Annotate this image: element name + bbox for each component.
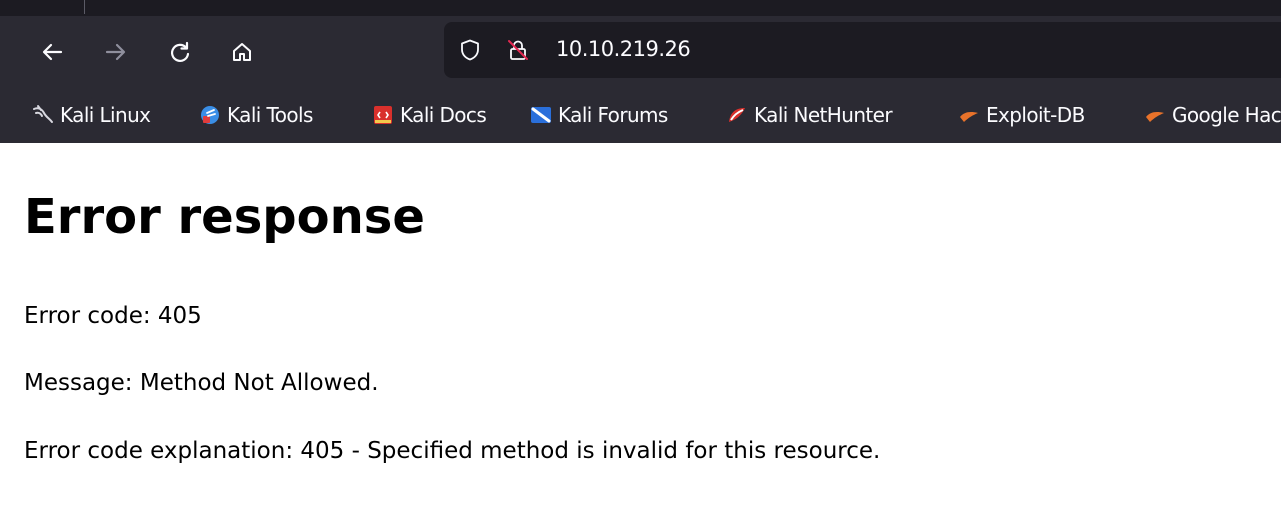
insecure-lock-icon[interactable] <box>506 38 530 62</box>
bookmark-label: Kali Tools <box>227 102 313 127</box>
navigation-toolbar: 10.10.219.26 <box>0 16 1281 86</box>
page-content: Error response Error code: 405 Message: … <box>0 143 1281 529</box>
bookmark-label: Kali Forums <box>558 102 668 127</box>
error-explanation-text: Error code explanation: 405 - Specified … <box>24 438 881 464</box>
back-button[interactable] <box>34 34 70 70</box>
bookmark-kali-tools[interactable]: Kali Tools <box>199 86 313 143</box>
kali-forums-icon <box>530 104 552 126</box>
exploit-db-icon <box>1144 104 1166 126</box>
bookmark-kali-linux[interactable]: Kali Linux <box>32 86 151 143</box>
reload-icon <box>171 41 190 62</box>
bookmark-kali-nethunter[interactable]: Kali NetHunter <box>726 86 893 143</box>
exploit-db-icon <box>958 104 980 126</box>
bookmarks-toolbar: Kali Linux Kali Tools Kali Docs Kali For… <box>0 86 1281 143</box>
bookmark-label: Exploit-DB <box>986 102 1085 127</box>
bookmark-kali-docs[interactable]: Kali Docs <box>372 86 487 143</box>
bookmark-label: Kali NetHunter <box>754 102 893 127</box>
kali-docs-icon <box>372 104 394 126</box>
kali-dragon-icon <box>32 104 54 126</box>
address-bar[interactable]: 10.10.219.26 <box>444 22 1281 78</box>
bookmark-kali-forums[interactable]: Kali Forums <box>530 86 668 143</box>
kali-tools-icon <box>199 104 221 126</box>
tab-separator <box>84 0 85 14</box>
bookmark-label: Kali Linux <box>60 102 151 127</box>
error-message-text: Message: Method Not Allowed. <box>24 370 379 396</box>
shield-icon[interactable] <box>458 38 482 62</box>
bookmark-exploit-db[interactable]: Exploit-DB <box>958 86 1085 143</box>
bookmark-label: Kali Docs <box>400 102 487 127</box>
home-icon <box>233 43 251 61</box>
tab-strip <box>0 0 1281 16</box>
page-title: Error response <box>24 189 425 245</box>
home-button[interactable] <box>224 34 260 70</box>
back-arrow-icon <box>42 43 63 61</box>
reload-button[interactable] <box>162 34 198 70</box>
forward-arrow-icon <box>105 43 126 61</box>
forward-button[interactable] <box>98 34 134 70</box>
browser-chrome: 10.10.219.26 Kali Linux Kali Tools Kali … <box>0 0 1281 143</box>
url-text[interactable]: 10.10.219.26 <box>556 37 691 61</box>
error-code-text: Error code: 405 <box>24 303 202 329</box>
kali-nethunter-icon <box>726 104 748 126</box>
bookmark-google-hacking-db[interactable]: Google Hacking DB <box>1144 86 1281 143</box>
bookmark-label: Google Hacking DB <box>1172 102 1281 127</box>
